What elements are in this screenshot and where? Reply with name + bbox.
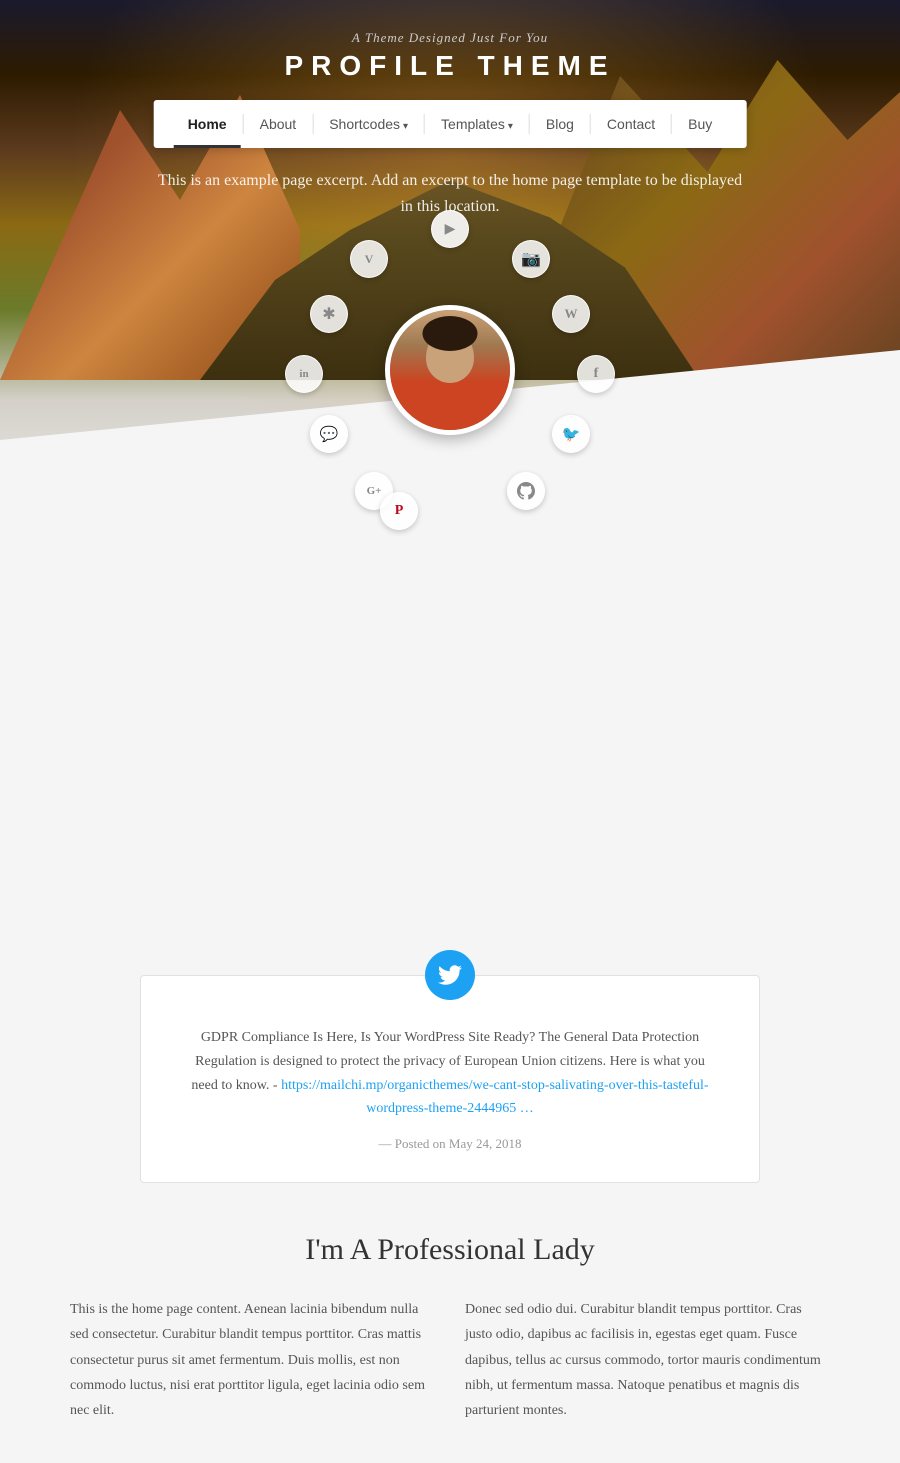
chat-icon[interactable]: 💬 xyxy=(310,415,348,453)
twitter-small-icon[interactable]: 🐦 xyxy=(552,415,590,453)
twitter-card-link[interactable]: https://mailchi.mp/organicthemes/we-cant… xyxy=(281,1078,709,1117)
facebook-icon[interactable]: f xyxy=(577,355,615,393)
twitter-big-icon[interactable] xyxy=(425,950,475,1000)
nav-menu: Home About Shortcodes▾ Templates▾ Blog C… xyxy=(174,100,727,148)
content-columns: This is the home page content. Aenean la… xyxy=(70,1297,830,1423)
twitter-card-date: — Posted on May 24, 2018 xyxy=(181,1136,719,1152)
nav-sep-2 xyxy=(312,114,313,134)
linkedin-icon[interactable]: in xyxy=(285,355,323,393)
nav-item-contact[interactable]: Contact xyxy=(593,100,669,148)
nav-sep-6 xyxy=(671,114,672,134)
github-icon[interactable] xyxy=(507,472,545,510)
content-col-2: Donec sed odio dui. Curabitur blandit te… xyxy=(465,1297,830,1423)
nav-link-templates[interactable]: Templates▾ xyxy=(427,100,527,148)
nav-sep-5 xyxy=(590,114,591,134)
navigation-container: Home About Shortcodes▾ Templates▾ Blog C… xyxy=(154,100,747,148)
twitter-card: GDPR Compliance Is Here, Is Your WordPre… xyxy=(140,975,760,1183)
delicious-icon[interactable]: ✱ xyxy=(310,295,348,333)
avatar xyxy=(385,305,515,435)
nav-link-home[interactable]: Home xyxy=(174,100,241,148)
nav-link-buy[interactable]: Buy xyxy=(674,100,726,148)
avatar-image xyxy=(390,310,510,430)
twitter-card-wrapper: GDPR Compliance Is Here, Is Your WordPre… xyxy=(0,975,900,1183)
nav-sep-4 xyxy=(529,114,530,134)
nav-link-about[interactable]: About xyxy=(246,100,311,148)
youtube-icon[interactable]: ▶ xyxy=(431,210,469,248)
nav-item-shortcodes[interactable]: Shortcodes▾ xyxy=(315,100,422,148)
main-content: I'm A Professional Lady This is the home… xyxy=(0,1183,900,1463)
vine-icon[interactable]: V xyxy=(350,240,388,278)
section-title: I'm A Professional Lady xyxy=(20,1233,880,1267)
wordpress-icon[interactable]: W xyxy=(552,295,590,333)
nav-item-home[interactable]: Home xyxy=(174,100,241,148)
hero-section: A Theme Designed Just For You PROFILE TH… xyxy=(0,0,900,500)
nav-item-blog[interactable]: Blog xyxy=(532,100,588,148)
nav-link-contact[interactable]: Contact xyxy=(593,100,669,148)
nav-link-blog[interactable]: Blog xyxy=(532,100,588,148)
twitter-card-text: GDPR Compliance Is Here, Is Your WordPre… xyxy=(181,1026,719,1121)
social-ring: ▶ V 📷 ✱ W in f 💬 🐦 G+ P xyxy=(300,220,600,520)
pinterest-icon[interactable]: P xyxy=(380,492,418,530)
nav-item-buy[interactable]: Buy xyxy=(674,100,726,148)
content-col-1: This is the home page content. Aenean la… xyxy=(70,1297,435,1423)
instagram-icon[interactable]: 📷 xyxy=(512,240,550,278)
tagline-sub: A Theme Designed Just For You xyxy=(0,30,900,46)
nav-link-shortcodes[interactable]: Shortcodes▾ xyxy=(315,100,422,148)
nav-sep-1 xyxy=(243,114,244,134)
nav-item-about[interactable]: About xyxy=(246,100,311,148)
nav-item-templates[interactable]: Templates▾ xyxy=(427,100,527,148)
nav-sep-3 xyxy=(424,114,425,134)
tagline-container: A Theme Designed Just For You PROFILE TH… xyxy=(0,30,900,82)
tagline-main: PROFILE THEME xyxy=(0,50,900,82)
